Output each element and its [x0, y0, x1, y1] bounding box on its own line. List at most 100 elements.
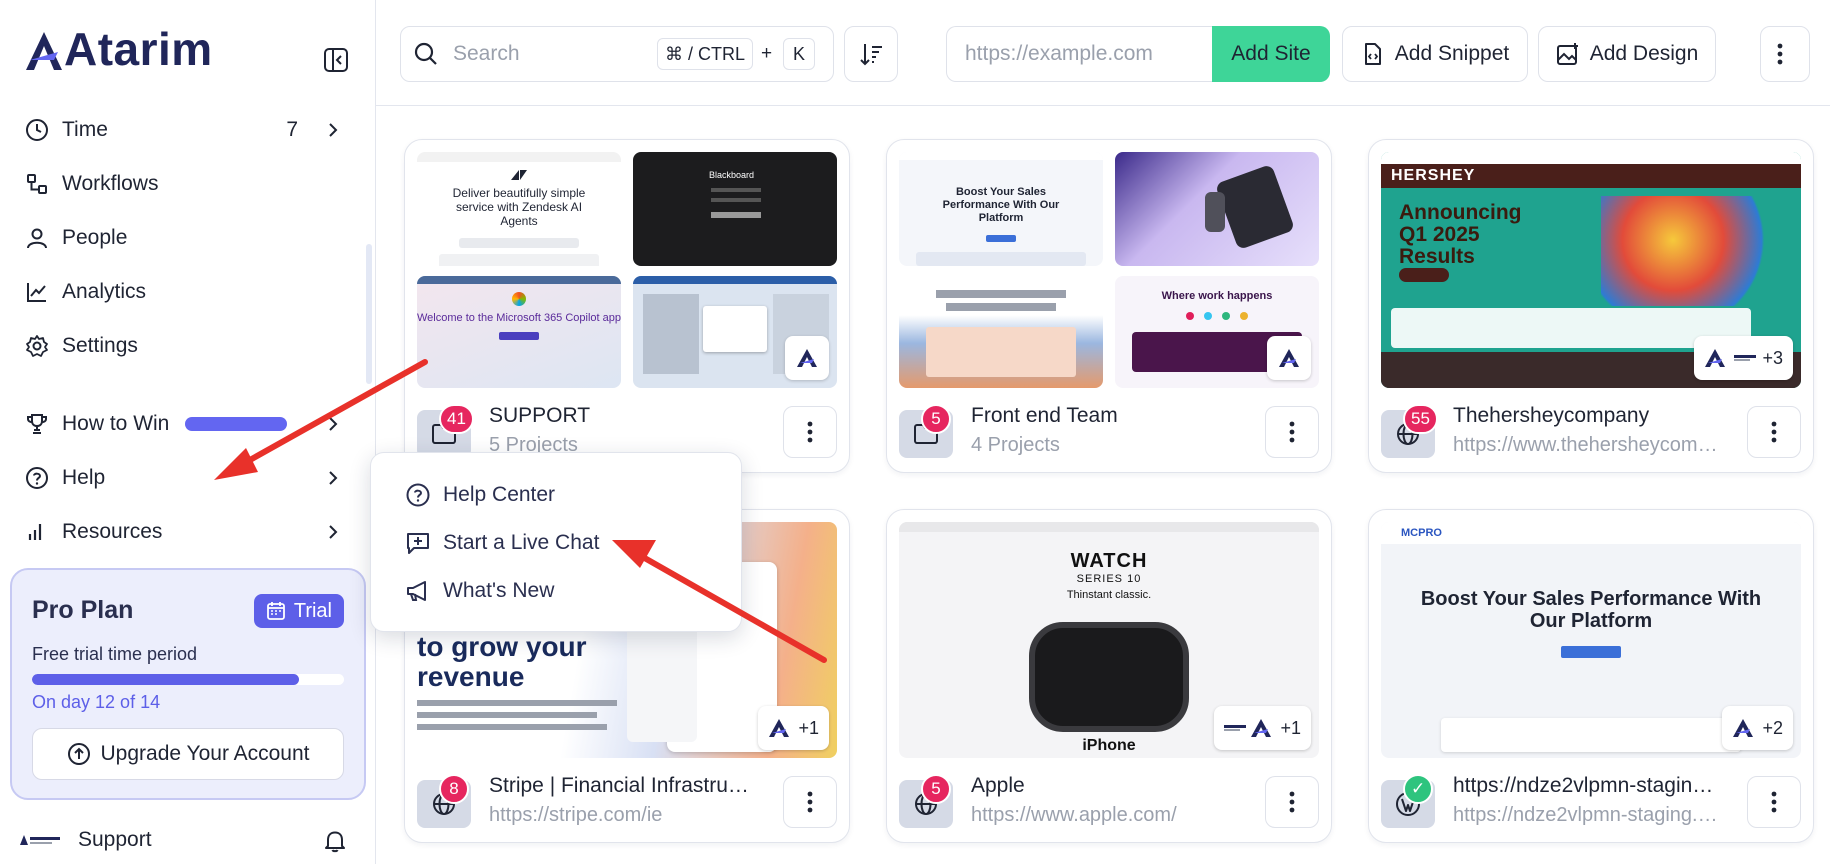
- site-url-input[interactable]: https://example.com: [946, 26, 1212, 82]
- sidebar-item-label: Workflows: [62, 172, 159, 195]
- add-snippet-button[interactable]: Add Snippet: [1342, 26, 1528, 82]
- atarim-badge: +1: [1214, 706, 1311, 750]
- card-title[interactable]: Stripe | Financial Infrastructure: [489, 774, 759, 798]
- help-center-item[interactable]: Help Center: [405, 477, 555, 513]
- more-options-button[interactable]: [1760, 26, 1810, 82]
- sidebar-item-help[interactable]: Help: [24, 458, 354, 498]
- workflow-icon: [24, 171, 50, 197]
- zendesk-headline: Deliver beautifully simple service with …: [452, 186, 586, 228]
- chevron-right-icon: [329, 123, 338, 137]
- pro-plan-card: Pro Plan Trial Free trial time period On…: [10, 568, 366, 800]
- project-card[interactable]: WATCH SERIES 10 Thinstant classic. iPhon…: [886, 509, 1332, 843]
- code-file-icon: [1364, 43, 1381, 65]
- mcpro-headline: Boost Your Sales Performance With Our Pl…: [1420, 588, 1762, 632]
- clock-icon: [24, 117, 50, 143]
- collapse-sidebar-button[interactable]: [322, 46, 350, 74]
- plan-title: Pro Plan: [32, 596, 134, 624]
- card-more-button[interactable]: [783, 406, 837, 458]
- sidebar-item-resources[interactable]: Resources: [24, 512, 354, 552]
- sidebar-item-label: Time: [62, 118, 108, 141]
- globe-icon: 55: [1381, 404, 1438, 458]
- chat-plus-icon: [407, 533, 429, 554]
- sidebar-collapse-icon: [324, 48, 348, 72]
- card-title[interactable]: Thehersheycompany: [1453, 404, 1723, 428]
- card-more-button[interactable]: [1265, 406, 1319, 458]
- microsoft-headline: Welcome to the Microsoft 365 Copilot app: [417, 312, 621, 324]
- brand-name: Atarim: [64, 23, 213, 75]
- folder-icon: 5: [899, 404, 953, 458]
- arrow-up-circle-icon: [67, 743, 90, 765]
- stripe-headline: to grow your revenue: [417, 631, 587, 692]
- atarim-icon: [1251, 719, 1272, 737]
- thumbnail-microsoft: Welcome to the Microsoft 365 Copilot app: [417, 276, 621, 388]
- card-more-button[interactable]: [1747, 776, 1801, 828]
- calendar-icon: [266, 602, 285, 620]
- add-design-button[interactable]: Add Design: [1538, 26, 1716, 82]
- project-card[interactable]: Deliver beautifully simple service with …: [404, 139, 850, 473]
- trial-day-text: On day 12 of 14: [32, 692, 161, 712]
- add-snippet-label: Add Snippet: [1394, 42, 1510, 65]
- chevron-right-icon: [329, 417, 338, 431]
- card-title[interactable]: Apple: [971, 774, 1241, 798]
- sidebar-item-label: People: [62, 226, 128, 249]
- help-menu-popup: Help Center Start a Live Chat What's New: [370, 452, 742, 632]
- verified-badge: ✓: [1403, 774, 1434, 804]
- project-card[interactable]: Boost Your Sales Performance With Our Pl…: [886, 139, 1332, 473]
- apple-series: SERIES 10: [1076, 573, 1142, 585]
- help-item-label: What's New: [443, 579, 555, 602]
- sort-button[interactable]: [844, 26, 898, 82]
- megaphone-icon: [407, 581, 426, 601]
- where-work-headline: Where work happens: [1161, 290, 1273, 302]
- card-more-button[interactable]: [1747, 406, 1801, 458]
- card-subtitle: https://www.thehersheycompany.com/: [1453, 434, 1723, 456]
- whats-new-item[interactable]: What's New: [405, 573, 554, 609]
- url-placeholder: https://example.com: [965, 42, 1153, 65]
- workspace-name: Support: [78, 828, 152, 851]
- upgrade-account-button[interactable]: Upgrade Your Account: [32, 728, 344, 780]
- card-title[interactable]: SUPPORT: [489, 404, 759, 428]
- card-thumbnails: Boost Your Sales Performance With Our Pl…: [899, 152, 1319, 388]
- atarim-badge: +2: [1722, 706, 1793, 750]
- vertical-dots-icon: [1771, 421, 1777, 443]
- sidebar-item-workflows[interactable]: Workflows: [24, 164, 354, 204]
- workspace-switcher[interactable]: Support: [18, 820, 348, 860]
- start-live-chat-item[interactable]: Start a Live Chat: [405, 525, 599, 561]
- mcpro-logo-text: MCPRO: [1401, 527, 1442, 539]
- sidebar-item-time[interactable]: Time 7: [24, 110, 354, 150]
- extra-count: +1: [1280, 717, 1301, 738]
- sidebar-item-people[interactable]: People: [24, 218, 354, 258]
- card-title[interactable]: Front end Team: [971, 404, 1241, 428]
- project-card[interactable]: MCPRO Boost Your Sales Performance With …: [1368, 509, 1814, 843]
- apple-tagline: Thinstant classic.: [1066, 589, 1152, 601]
- globe-icon: 8: [417, 774, 471, 828]
- card-more-button[interactable]: [783, 776, 837, 828]
- blackboard-logo-text: Blackboard: [709, 170, 755, 180]
- atarim-icon: [1279, 349, 1299, 367]
- sidebar-item-how-to-win[interactable]: How to Win: [24, 404, 354, 444]
- question-circle-icon: [406, 483, 430, 507]
- bar-chart-icon: [24, 519, 50, 545]
- top-bar: Search ⌘ / CTRL + K https://example.com …: [376, 0, 1830, 106]
- notification-badge: 5: [921, 404, 951, 434]
- bell-icon[interactable]: [322, 828, 348, 854]
- add-site-button[interactable]: Add Site: [1212, 26, 1330, 82]
- image-plus-icon: [1556, 43, 1578, 65]
- gear-icon: [24, 333, 50, 359]
- sidebar: Atarim Time 7 Workflows People Analytics: [0, 0, 376, 864]
- vertical-dots-icon: [1777, 43, 1783, 65]
- atarim-logo[interactable]: Atarim: [24, 26, 213, 72]
- vertical-dots-icon: [807, 791, 813, 813]
- project-card[interactable]: HERSHEY Announcing Q1 2025 Results +3 55…: [1368, 139, 1814, 473]
- sidebar-item-settings[interactable]: Settings: [24, 326, 354, 366]
- sidebar-item-analytics[interactable]: Analytics: [24, 272, 354, 312]
- card-footer: ✓ https://ndze2vlpmn-staging.wpenginepow…: [1381, 772, 1801, 832]
- sidebar-item-label: Resources: [62, 520, 163, 543]
- card-title[interactable]: https://ndze2vlpmn-staging.wpenginepower…: [1453, 774, 1723, 798]
- sidebar-scrollbar[interactable]: [366, 244, 372, 384]
- boost-headline: Boost Your Sales Performance With Our Pl…: [942, 186, 1060, 224]
- add-design-label: Add Design: [1589, 42, 1699, 65]
- search-input[interactable]: Search ⌘ / CTRL + K: [400, 26, 834, 82]
- card-more-button[interactable]: [1265, 776, 1319, 828]
- card-subtitle: https://ndze2vlpmn-staging.wpenginepower…: [1453, 804, 1723, 826]
- trophy-icon: [24, 411, 50, 437]
